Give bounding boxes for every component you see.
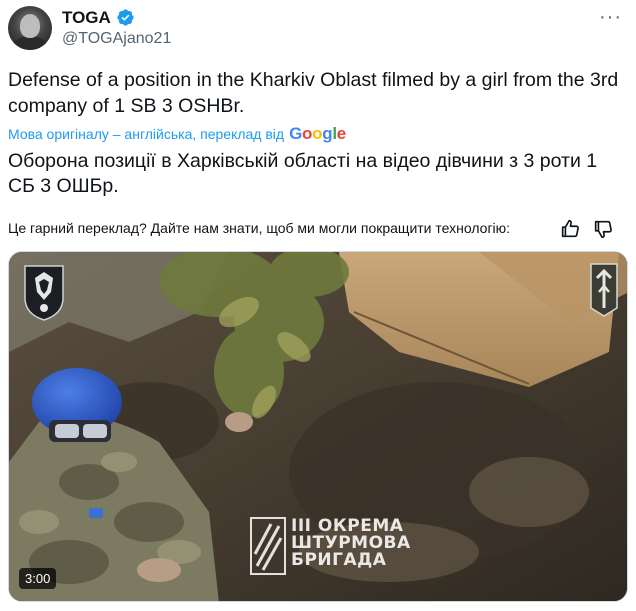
google-letter: g <box>322 124 333 143</box>
avatar-body <box>12 36 48 50</box>
google-letter: G <box>289 124 303 143</box>
google-letter: o <box>302 124 313 143</box>
translation-attribution[interactable]: Мова оригіналу – англійська, переклад ві… <box>8 124 346 144</box>
author-handle[interactable]: @TOGAjano21 <box>62 30 171 48</box>
more-dots-icon[interactable]: ··· <box>599 6 622 29</box>
thumbs-down-icon[interactable] <box>592 218 614 240</box>
tweet-header: TOGA @TOGAjano21 ··· <box>8 6 628 52</box>
avatar[interactable] <box>8 6 52 50</box>
google-logo: Google <box>289 124 346 144</box>
google-letter: o <box>312 124 323 143</box>
watermark-line: БРИГАДА <box>291 550 387 570</box>
brigade-watermark: III ОКРЕМА ШТУРМОВА БРИГАДА <box>291 518 411 569</box>
author-name[interactable]: TOGA <box>62 8 111 28</box>
translation-feedback: Це гарний переклад? Дайте нам знати, щоб… <box>8 218 628 240</box>
thumbs-up-icon[interactable] <box>559 218 581 240</box>
google-letter: e <box>336 124 346 143</box>
avatar-face <box>20 14 40 38</box>
tweet-text: Defense of a position in the Kharkiv Obl… <box>8 69 619 117</box>
verified-badge-icon <box>117 9 134 26</box>
translation-attribution-label: Мова оригіналу – англійська, переклад ві… <box>8 126 285 142</box>
feedback-prompt: Це гарний переклад? Дайте нам знати, щоб… <box>8 220 511 236</box>
translated-text: Оборона позиції в Харківській області на… <box>8 150 598 197</box>
video-duration: 3:00 <box>19 568 57 589</box>
unit-emblem-icon <box>24 265 64 321</box>
video-player[interactable]: III ОКРЕМА ШТУРМОВА БРИГАДА 3:00 <box>8 251 628 602</box>
brigade-sign-icon <box>590 263 618 317</box>
